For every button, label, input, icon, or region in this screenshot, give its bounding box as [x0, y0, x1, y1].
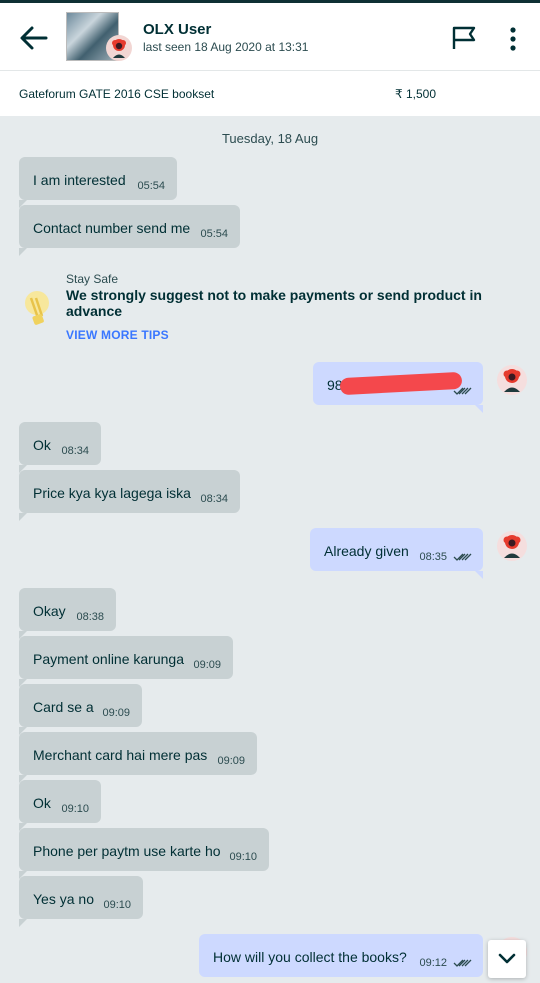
user-avatar[interactable] [105, 34, 133, 62]
message-text: Card se a [33, 699, 94, 715]
message-time: 05:54 [137, 180, 165, 192]
message-time: 09:09 [193, 659, 221, 671]
message-incoming[interactable]: Phone per paytm use karte ho 09:10 [19, 828, 269, 879]
view-more-tips-link[interactable]: VIEW MORE TIPS [66, 328, 169, 342]
user-avatar [497, 531, 527, 561]
safety-tip-text: We strongly suggest not to make payments… [66, 287, 482, 319]
message-text: Payment online karunga [33, 651, 184, 667]
message-outgoing[interactable]: Already given 08:35 [310, 528, 483, 579]
chat-header: OLX User last seen 18 Aug 2020 at 13:31 [0, 0, 540, 70]
user-name: OLX User [143, 21, 212, 38]
message-text: Already given [324, 543, 409, 559]
message-time: 09:09 [102, 707, 130, 719]
message-text: I am interested [33, 172, 126, 188]
message-incoming[interactable]: Card se a 09:09 [19, 684, 142, 735]
message-incoming[interactable]: Yes ya no 09:10 [19, 876, 143, 927]
message-time: 08:34 [200, 493, 228, 505]
message-incoming[interactable]: Ok 08:34 [19, 422, 101, 473]
message-incoming[interactable]: Merchant card hai mere pas 09:09 [19, 732, 257, 783]
double-check-icon [453, 959, 472, 967]
ad-summary-bar[interactable]: Gateforum GATE 2016 CSE bookset ₹ 1,500 [0, 70, 540, 116]
safety-tip-heading: Stay Safe [66, 272, 119, 286]
lightbulb-icon [25, 291, 49, 325]
message-text: Phone per paytm use karte ho [33, 843, 221, 859]
message-time: 09:12 [419, 957, 447, 969]
message-text: Merchant card hai mere pas [33, 747, 208, 763]
date-separator: Tuesday, 18 Aug [221, 131, 319, 146]
ad-price: ₹ 1,500 [395, 87, 436, 101]
more-vertical-icon[interactable] [504, 25, 522, 53]
message-time: 09:10 [103, 899, 131, 911]
scroll-to-bottom-button[interactable] [488, 940, 526, 978]
message-incoming[interactable]: I am interested 05:54 [19, 157, 177, 208]
user-avatar [497, 365, 527, 395]
chevron-down-icon [498, 953, 516, 964]
message-incoming[interactable]: Contact number send me 05:54 [19, 205, 240, 256]
message-text: Ok [33, 437, 51, 453]
flag-icon[interactable] [450, 25, 478, 51]
message-time: 09:09 [217, 755, 245, 767]
ad-title: Gateforum GATE 2016 CSE bookset [19, 87, 215, 101]
arrow-left-icon[interactable] [18, 25, 48, 51]
message-text: Price kya kya lagega iska [33, 485, 191, 501]
last-seen-status: last seen 18 Aug 2020 at 13:31 [143, 40, 309, 54]
message-outgoing[interactable]: How will you collect the books? 09:12 [199, 934, 483, 977]
message-text: Yes ya no [33, 891, 94, 907]
message-incoming[interactable]: Okay 08:38 [19, 588, 116, 639]
message-time: 08:35 [419, 551, 447, 563]
message-text: Contact number send me [33, 220, 191, 236]
message-text: Okay [33, 603, 66, 619]
message-time: 09:10 [229, 851, 257, 863]
message-text: Ok [33, 795, 51, 811]
message-text: How will you collect the books? [213, 949, 407, 965]
double-check-icon [453, 553, 472, 561]
message-incoming[interactable]: Payment online karunga 09:09 [19, 636, 233, 687]
message-incoming[interactable]: Ok 09:10 [19, 780, 101, 831]
message-time: 08:38 [76, 611, 104, 623]
message-time: 05:54 [200, 228, 228, 240]
message-time: 08:34 [61, 445, 89, 457]
message-incoming[interactable]: Price kya kya lagega iska 08:34 [19, 470, 240, 521]
message-time: 09:10 [61, 803, 89, 815]
